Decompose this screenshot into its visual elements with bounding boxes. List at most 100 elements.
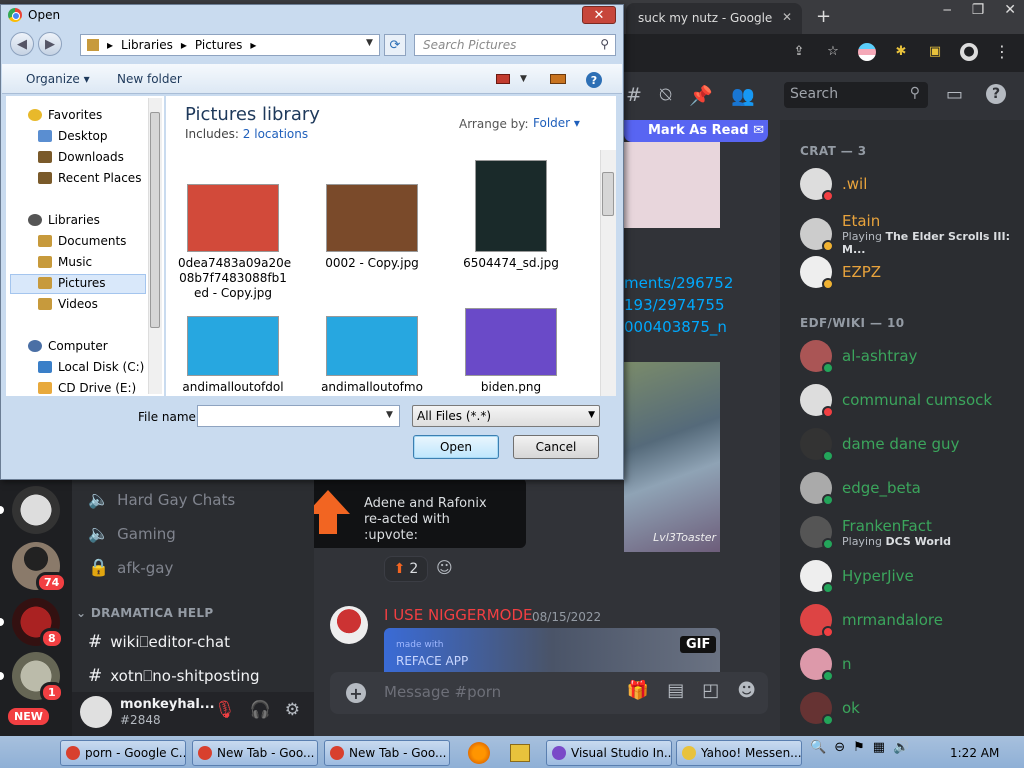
nav-item[interactable]: Computer: [28, 339, 108, 353]
nav-item[interactable]: Downloads: [38, 150, 124, 164]
avatar[interactable]: [80, 696, 112, 728]
discord-search-input[interactable]: Search ⚲: [784, 82, 928, 108]
taskbar-button[interactable]: New Tab - Goo...: [324, 740, 450, 766]
view-dropdown-icon[interactable]: ▼: [520, 74, 527, 84]
file-item[interactable]: 6504474_sd.jpg: [456, 160, 566, 271]
nav-item[interactable]: Music: [38, 255, 92, 269]
menu-icon[interactable]: ⋮: [994, 42, 1010, 61]
new-tab-button[interactable]: +: [816, 6, 831, 27]
message-image[interactable]: [624, 142, 720, 228]
text-channel[interactable]: # xotn⎕no-shitposting: [88, 666, 260, 686]
new-folder-button[interactable]: New folder: [117, 72, 182, 86]
file-item[interactable]: andimalloutofdol: [178, 316, 288, 395]
preview-pane-icon[interactable]: [550, 74, 566, 84]
puzzle-icon[interactable]: ✱: [892, 43, 910, 61]
reaction-button[interactable]: ⬆ 2: [384, 556, 428, 582]
minimize-button[interactable]: ‒: [943, 2, 952, 18]
breadcrumb-item[interactable]: Libraries: [121, 38, 173, 52]
pin-icon[interactable]: 📌: [689, 84, 713, 107]
username[interactable]: monkeyhal...: [120, 697, 215, 712]
settings-gear-icon[interactable]: ⚙: [285, 700, 300, 720]
volume-icon[interactable]: 🔊: [893, 740, 909, 755]
nav-scroll-thumb[interactable]: [150, 112, 160, 328]
clock[interactable]: 1:22 AM: [950, 746, 999, 760]
category-header[interactable]: ⌄ DRAMATICA HELP: [76, 606, 213, 620]
forward-button[interactable]: ▶: [38, 32, 62, 56]
profile-icon[interactable]: ●: [960, 42, 978, 61]
nav-item[interactable]: Pictures: [38, 276, 106, 290]
breadcrumb-item[interactable]: Pictures: [195, 38, 243, 52]
restore-button[interactable]: ❐: [972, 2, 985, 18]
refresh-button[interactable]: ⟳: [384, 34, 406, 56]
sticker-icon[interactable]: ◰: [702, 680, 719, 701]
file-item[interactable]: 0dea7483a09a20e 08b7f7483088fb1 ed - Cop…: [178, 184, 291, 301]
server-icon[interactable]: [12, 486, 60, 534]
extension-icon[interactable]: [858, 42, 876, 61]
dialog-close-button[interactable]: ✕: [582, 6, 616, 24]
flag-icon[interactable]: ⚑: [853, 740, 865, 755]
file-name-dropdown-icon[interactable]: ▼: [386, 410, 393, 420]
member-row[interactable]: n: [800, 648, 852, 682]
back-button[interactable]: ◀: [10, 32, 34, 56]
chrome-tab[interactable]: suck my nutz - Google ✕: [626, 3, 802, 34]
attach-plus-icon[interactable]: +: [346, 683, 366, 703]
address-dropdown-icon[interactable]: ▼: [366, 38, 373, 48]
file-name-input[interactable]: [197, 405, 400, 427]
voice-channel[interactable]: 🔈 Gaming: [88, 524, 176, 544]
member-row[interactable]: edge_beta: [800, 472, 921, 506]
nav-item[interactable]: CD Drive (E:): [38, 381, 136, 395]
file-item[interactable]: 0002 - Copy.jpg: [317, 184, 427, 271]
taskbar-button[interactable]: porn - Google C...: [60, 740, 186, 766]
close-tab-icon[interactable]: ✕: [782, 10, 792, 24]
gift-icon[interactable]: 🎁: [627, 680, 649, 701]
file-item[interactable]: andimalloutofmo: [317, 316, 427, 395]
file-item[interactable]: biden.png: [456, 308, 566, 395]
member-row[interactable]: al-ashtray: [800, 340, 917, 374]
member-row[interactable]: dame dane guy: [800, 428, 959, 462]
mute-bell-icon[interactable]: ⍉: [660, 84, 671, 107]
help-icon[interactable]: ?: [586, 72, 602, 88]
member-row[interactable]: .wil: [800, 168, 867, 202]
close-window-button[interactable]: ✕: [1004, 2, 1016, 18]
nav-item[interactable]: Videos: [38, 297, 98, 311]
search-icon[interactable]: 🔍: [810, 740, 826, 755]
message-image[interactable]: Lvl3Toaster: [624, 362, 720, 552]
voice-channel[interactable]: 🔈 Hard Gay Chats: [88, 490, 235, 510]
gif-icon[interactable]: ▤: [667, 680, 684, 701]
taskbar-button[interactable]: Yahoo! Messen...: [676, 740, 802, 766]
mark-as-read-button[interactable]: Mark As Read ✉: [624, 120, 768, 142]
search-pictures-input[interactable]: Search Pictures ⚲: [414, 34, 616, 56]
text-channel[interactable]: # wiki⎕editor-chat: [88, 632, 230, 652]
emoji-icon[interactable]: ☻: [737, 680, 756, 701]
organize-button[interactable]: Organize ▾: [26, 72, 90, 86]
mic-muted-icon[interactable]: 🎙: [214, 700, 236, 720]
minus-icon[interactable]: ⊖: [834, 740, 845, 755]
message-link[interactable]: ments/296752 193/2974755 000403875_n: [624, 272, 733, 338]
share-icon[interactable]: ⇪: [790, 43, 808, 61]
folder-icon[interactable]: [510, 744, 530, 762]
file-type-select[interactable]: All Files (*.*) ▼: [412, 405, 600, 427]
address-bar[interactable]: ▸ Libraries ▸ Pictures ▸: [80, 34, 380, 56]
avatar[interactable]: [330, 606, 368, 644]
nav-item[interactable]: Documents: [38, 234, 126, 248]
member-row[interactable]: EZPZ: [800, 256, 881, 290]
voice-channel[interactable]: 🔒 afk-gay: [88, 558, 173, 578]
headphones-icon[interactable]: 🎧: [250, 700, 271, 720]
member-row[interactable]: FrankenFact Playing DCS World: [800, 516, 951, 550]
view-options-icon[interactable]: [496, 74, 510, 84]
file-scroll-thumb[interactable]: [602, 172, 614, 216]
sidepanel-icon[interactable]: ▣: [926, 43, 944, 61]
member-row[interactable]: mrmandalore: [800, 604, 943, 638]
add-reaction-icon[interactable]: ☺: [436, 558, 453, 577]
locations-link[interactable]: 2 locations: [243, 127, 308, 141]
nav-item[interactable]: Local Disk (C:): [38, 360, 144, 374]
nav-item[interactable]: Desktop: [38, 129, 108, 143]
member-row[interactable]: communal cumsock: [800, 384, 992, 418]
cancel-button[interactable]: Cancel: [513, 435, 599, 459]
members-icon[interactable]: 👥: [731, 84, 755, 107]
nav-item[interactable]: Favorites: [28, 108, 102, 122]
nav-item[interactable]: Libraries: [28, 213, 100, 227]
open-button[interactable]: Open: [413, 435, 499, 459]
nav-item[interactable]: Recent Places: [38, 171, 141, 185]
threads-icon[interactable]: #: [626, 84, 642, 107]
